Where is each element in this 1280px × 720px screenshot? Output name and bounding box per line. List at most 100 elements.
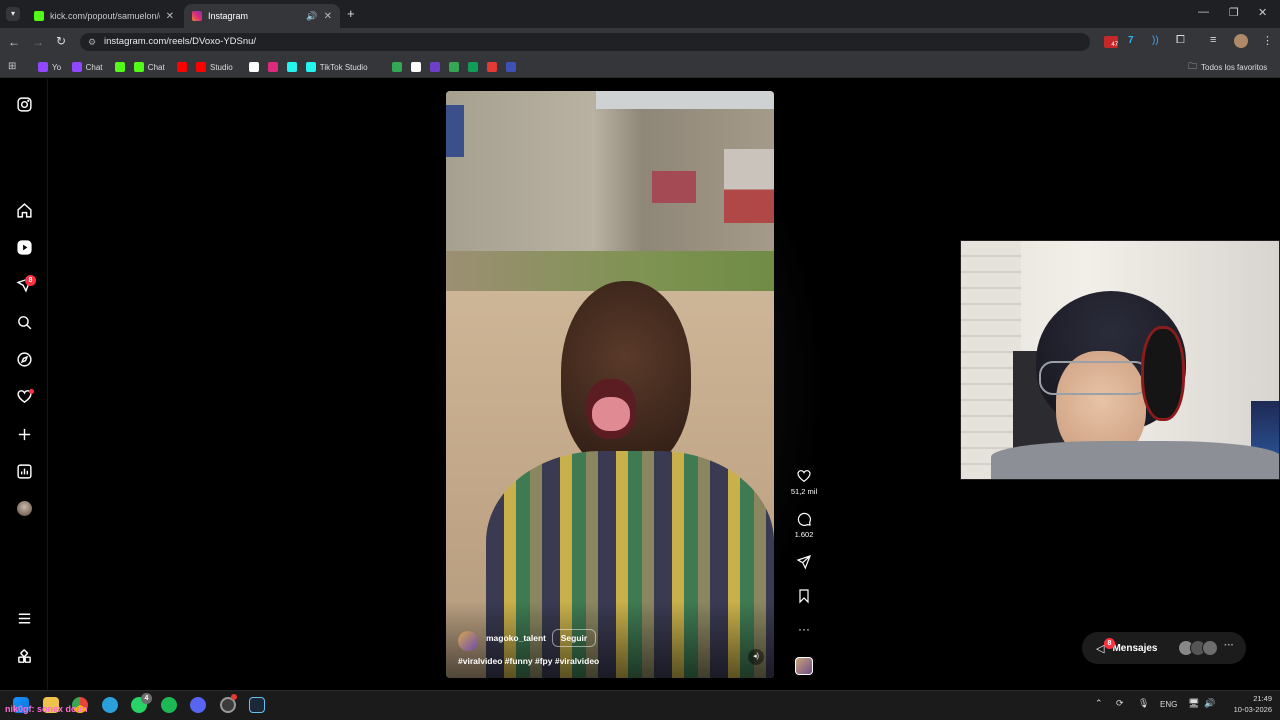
bookmark-favicon-icon bbox=[286, 62, 297, 72]
browser-tab-bar: ▾ kick.com/popout/samuelon/chat ✕ Instag… bbox=[0, 0, 1280, 28]
bookmark-item[interactable] bbox=[248, 61, 263, 73]
like-button[interactable]: 51,2 mil bbox=[786, 468, 822, 496]
more-options-icon[interactable]: ··· bbox=[786, 622, 822, 636]
bookmark-favicon-icon bbox=[267, 62, 278, 72]
new-tab-button[interactable]: + bbox=[347, 6, 355, 21]
webcam-overlay bbox=[960, 240, 1280, 480]
audio-extension-icon[interactable]: )) bbox=[1152, 35, 1159, 46]
microphone-icon[interactable]: 🎙 bbox=[1138, 698, 1149, 709]
restore-button[interactable]: ❐ bbox=[1229, 6, 1239, 19]
profile-avatar[interactable] bbox=[14, 498, 34, 518]
tab-instagram[interactable]: Instagram 🔊 ✕ bbox=[184, 4, 340, 28]
bookmark-item[interactable]: Yo bbox=[38, 61, 61, 73]
reading-list-icon[interactable]: ≡ bbox=[1210, 34, 1216, 46]
folder-icon: 🗀 bbox=[1188, 61, 1198, 71]
site-info-icon[interactable]: ⚙ bbox=[88, 33, 96, 51]
more-menu-icon[interactable] bbox=[14, 608, 34, 628]
comment-bubble-icon bbox=[797, 512, 811, 526]
bookmark-favicon-icon bbox=[430, 62, 441, 72]
also-from-meta-icon[interactable] bbox=[14, 646, 34, 666]
bookmark-item[interactable] bbox=[177, 61, 191, 73]
author-username[interactable]: magoko_talent bbox=[486, 633, 546, 643]
window-close-button[interactable]: ✕ bbox=[1258, 6, 1267, 19]
tray-app-icon[interactable]: ⟳ bbox=[1116, 698, 1124, 709]
volume-icon[interactable]: 🔊 bbox=[1204, 698, 1215, 709]
bookmark-item[interactable]: Chat bbox=[133, 61, 165, 73]
extensions-puzzle-icon[interactable]: ⧠ bbox=[1176, 34, 1185, 47]
network-icon[interactable]: 🖥 bbox=[1188, 698, 1199, 709]
save-button[interactable] bbox=[786, 588, 822, 607]
instagram-logo-icon[interactable] bbox=[14, 94, 34, 114]
comment-button[interactable]: 1.602 bbox=[786, 511, 822, 539]
dashboard-icon[interactable] bbox=[14, 461, 34, 481]
webcam-headphones bbox=[1141, 326, 1185, 421]
whatsapp-badge: 4 bbox=[141, 693, 152, 704]
profile-avatar[interactable] bbox=[1234, 34, 1248, 48]
menu-kebab-icon[interactable]: ⋮ bbox=[1262, 34, 1273, 47]
follow-button[interactable]: Seguir bbox=[552, 629, 596, 647]
apps-grid-icon[interactable]: ⊞ bbox=[8, 61, 16, 72]
bookmark-favicon-icon bbox=[392, 62, 403, 72]
bookmark-item[interactable] bbox=[430, 61, 444, 73]
tab-kick-chat[interactable]: kick.com/popout/samuelon/chat ✕ bbox=[26, 4, 182, 28]
video-person-head bbox=[561, 281, 691, 471]
home-icon[interactable] bbox=[14, 200, 34, 220]
audio-thumbnail[interactable] bbox=[795, 657, 813, 675]
bookmark-item[interactable] bbox=[286, 61, 301, 73]
extension-badge: 47 bbox=[1111, 42, 1118, 48]
mute-toggle-icon[interactable]: ◂) bbox=[748, 649, 764, 665]
speaker-icon[interactable]: 🔊 bbox=[306, 11, 317, 22]
language-indicator[interactable]: ENG bbox=[1160, 700, 1177, 709]
webcam-person-shirt bbox=[991, 441, 1279, 479]
all-bookmarks-folder[interactable]: 🗀 Todos los favoritos bbox=[1188, 61, 1267, 73]
bookmark-favicon-icon bbox=[411, 62, 422, 72]
bookmark-item[interactable]: Chat bbox=[71, 61, 103, 73]
reel-video[interactable]: magoko_talent Seguir #viralvideo #funny … bbox=[446, 91, 774, 678]
tray-chevron-icon[interactable]: ⌃ bbox=[1095, 698, 1103, 709]
minimize-button[interactable]: — bbox=[1198, 6, 1209, 18]
steam-icon[interactable] bbox=[249, 697, 265, 713]
bookmark-item[interactable] bbox=[449, 61, 463, 73]
bookmark-favicon-icon bbox=[506, 62, 517, 72]
bookmark-favicon-icon bbox=[177, 62, 187, 72]
bookmark-item[interactable] bbox=[392, 61, 406, 73]
bookmark-favicon-icon bbox=[196, 62, 206, 72]
close-icon[interactable]: ✕ bbox=[166, 11, 174, 22]
spotify-icon[interactable] bbox=[161, 697, 177, 713]
back-button[interactable]: ← bbox=[8, 35, 20, 49]
reels-icon[interactable] bbox=[14, 237, 34, 257]
search-icon[interactable] bbox=[14, 312, 34, 332]
all-bookmarks-label: Todos los favoritos bbox=[1201, 62, 1268, 72]
more-avatars-icon: ··· bbox=[1224, 640, 1234, 651]
explore-compass-icon[interactable] bbox=[14, 349, 34, 369]
close-icon[interactable]: ✕ bbox=[324, 11, 332, 22]
clock[interactable]: 21:49 10-03-2026 bbox=[1222, 693, 1272, 715]
author-avatar[interactable] bbox=[458, 631, 478, 651]
bookmark-label: Yo bbox=[52, 62, 62, 72]
discord-icon[interactable] bbox=[190, 697, 206, 713]
extension-icon[interactable]: 47 bbox=[1104, 36, 1118, 48]
webcam-brick-wall bbox=[961, 241, 1021, 479]
chat-overlay-text: nik0gf: sonex doun bbox=[5, 704, 88, 714]
bookmark-favicon-icon bbox=[248, 62, 259, 72]
bookmark-item[interactable] bbox=[506, 61, 520, 73]
address-bar[interactable]: ⚙ instagram.com/reels/DVoxo-YDSnu/ bbox=[80, 33, 1090, 51]
telegram-icon[interactable] bbox=[102, 697, 118, 713]
bookmark-item[interactable] bbox=[411, 61, 425, 73]
create-plus-icon[interactable] bbox=[14, 424, 34, 444]
bookmark-item[interactable] bbox=[114, 61, 129, 73]
bookmark-item[interactable] bbox=[267, 61, 282, 73]
webcam-person-glasses bbox=[1039, 361, 1149, 395]
video-window bbox=[652, 171, 696, 203]
bookmark-item[interactable] bbox=[487, 61, 501, 73]
reload-button[interactable]: ↻ bbox=[56, 34, 66, 48]
bookmark-item[interactable] bbox=[468, 61, 482, 73]
forward-button[interactable]: → bbox=[32, 35, 44, 49]
7tv-extension-icon[interactable]: 7 bbox=[1128, 35, 1134, 46]
bookmark-item[interactable]: TikTok Studio bbox=[305, 61, 368, 73]
tab-search-icon[interactable]: ▾ bbox=[6, 7, 20, 21]
bookmark-item[interactable]: Studio bbox=[196, 61, 233, 73]
share-button[interactable] bbox=[786, 554, 822, 573]
messages-button[interactable]: ◁ 8 Mensajes ··· bbox=[1082, 632, 1246, 664]
clock-date: 10-03-2026 bbox=[1233, 705, 1272, 714]
